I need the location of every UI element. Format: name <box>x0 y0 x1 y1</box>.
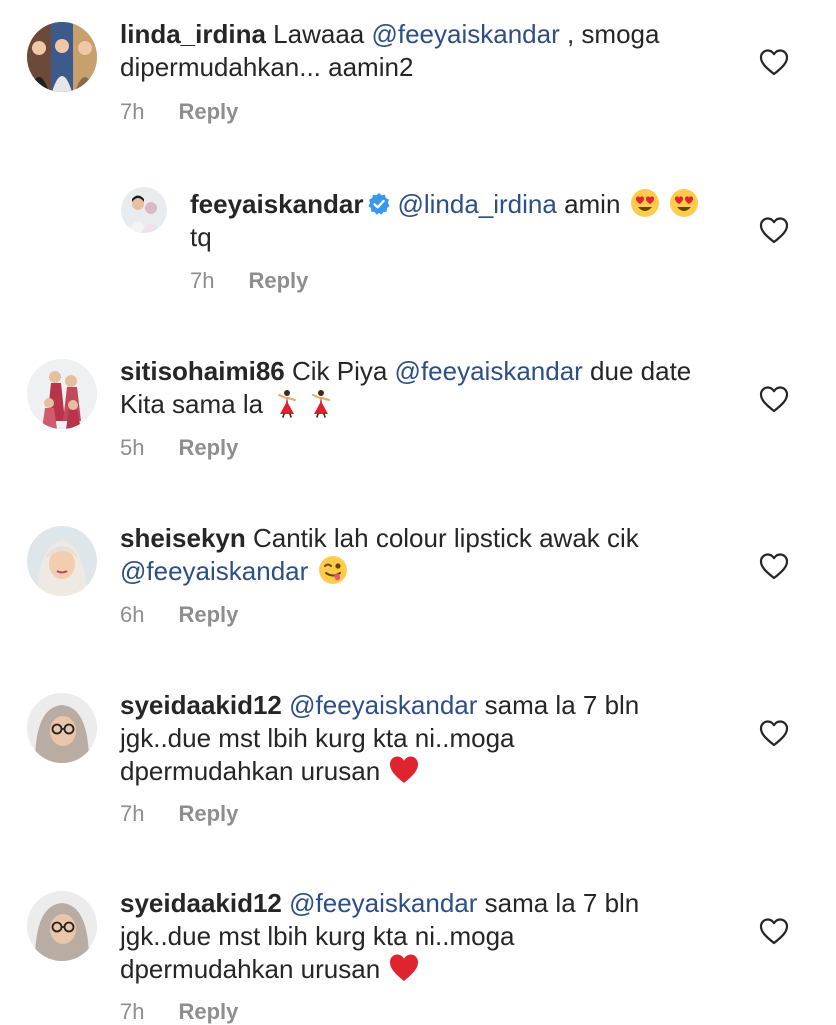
comment-meta: 7h Reply <box>120 99 238 125</box>
comment-body: Cik Piya <box>291 356 395 386</box>
comment-meta: 7h Reply <box>190 268 308 294</box>
reply-button[interactable]: Reply <box>178 99 238 125</box>
mention-link[interactable]: @linda_irdina <box>397 189 556 219</box>
avatar[interactable] <box>121 187 167 233</box>
comment-username[interactable]: linda_irdina <box>120 19 266 49</box>
avatar[interactable] <box>27 693 97 763</box>
comment-meta: 6h Reply <box>120 602 238 628</box>
comment-body: Lawaaa <box>273 19 372 49</box>
avatar-image <box>27 359 97 429</box>
comment-body: amin <box>556 189 628 219</box>
mention-link[interactable]: @feeyaiskandar <box>120 556 308 586</box>
comment-meta: 7h Reply <box>120 999 238 1025</box>
heart-outline-icon[interactable] <box>759 552 789 580</box>
comment-text: syeidaakid12 @feeyaiskandar sama la 7 bl… <box>120 887 680 986</box>
comment-reply-item: feeyaiskandar @linda_irdina amin tq 7h Rep… <box>0 170 836 320</box>
comment-text: linda_irdina Lawaaa @feeyaiskandar , smo… <box>120 18 720 84</box>
comment-username[interactable]: sitisohaimi86 <box>120 356 285 386</box>
comment-body: tq <box>190 222 212 252</box>
comment-username[interactable]: syeidaakid12 <box>120 888 282 918</box>
heart-outline-icon[interactable] <box>759 917 789 945</box>
comment-meta: 7h Reply <box>120 801 238 827</box>
comment-timestamp: 7h <box>120 99 145 124</box>
heart-outline-icon[interactable] <box>759 216 789 244</box>
reply-button[interactable]: Reply <box>178 602 238 628</box>
comment-timestamp: 7h <box>120 999 145 1024</box>
red-heart-emoji-icon <box>389 953 419 983</box>
mention-link[interactable]: @feeyaiskandar <box>395 356 583 386</box>
avatar[interactable] <box>27 359 97 429</box>
reply-button[interactable]: Reply <box>178 801 238 827</box>
comment-text: syeidaakid12 @feeyaiskandar sama la 7 bl… <box>120 689 680 788</box>
comment-item: sheisekyn Cantik lah colour lipstick awa… <box>0 507 836 657</box>
comment-text: sheisekyn Cantik lah colour lipstick awa… <box>120 522 720 588</box>
comment-item: linda_irdina Lawaaa @feeyaiskandar , smo… <box>0 0 836 150</box>
comment-username[interactable]: feeyaiskandar <box>190 189 363 219</box>
red-heart-emoji-icon <box>389 755 419 785</box>
avatar[interactable] <box>27 22 97 92</box>
heart-outline-icon[interactable] <box>759 385 789 413</box>
comment-timestamp: 6h <box>120 602 145 627</box>
comment-item: syeidaakid12 @feeyaiskandar sama la 7 bl… <box>0 872 836 1024</box>
comment-username[interactable]: syeidaakid12 <box>120 690 282 720</box>
avatar-image <box>121 187 167 233</box>
avatar[interactable] <box>27 891 97 961</box>
reply-button[interactable]: Reply <box>178 435 238 461</box>
comment-text: feeyaiskandar @linda_irdina amin tq <box>190 188 710 254</box>
verified-badge-icon <box>367 192 391 216</box>
avatar-image <box>27 891 97 961</box>
comment-timestamp: 7h <box>120 801 145 826</box>
avatar[interactable] <box>27 526 97 596</box>
mention-link[interactable]: @feeyaiskandar <box>289 690 477 720</box>
heart-outline-icon[interactable] <box>759 48 789 76</box>
comment-item: syeidaakid12 @feeyaiskandar sama la 7 bl… <box>0 674 836 844</box>
comment-timestamp: 7h <box>190 268 215 293</box>
reply-button[interactable]: Reply <box>178 999 238 1025</box>
reply-button[interactable]: Reply <box>248 268 308 294</box>
comment-body: Cantik lah colour lipstick awak cik <box>252 523 639 553</box>
comment-meta: 5h Reply <box>120 435 238 461</box>
avatar-image <box>27 526 97 596</box>
winking-tongue-emoji-icon <box>318 555 348 585</box>
heart-outline-icon[interactable] <box>759 719 789 747</box>
comment-item: sitisohaimi86 Cik Piya @feeyaiskandar du… <box>0 340 836 490</box>
comment-text: sitisohaimi86 Cik Piya @feeyaiskandar du… <box>120 355 720 421</box>
mention-link[interactable]: @feeyaiskandar <box>289 888 477 918</box>
avatar-image <box>27 22 97 92</box>
mention-link[interactable]: @feeyaiskandar <box>371 19 559 49</box>
comment-username[interactable]: sheisekyn <box>120 523 246 553</box>
dancer-emoji-icon <box>306 388 336 418</box>
dancer-emoji-icon <box>272 388 302 418</box>
avatar-image <box>27 693 97 763</box>
heart-eyes-emoji-icon <box>669 188 699 218</box>
heart-eyes-emoji-icon <box>630 188 660 218</box>
comment-timestamp: 5h <box>120 435 145 460</box>
